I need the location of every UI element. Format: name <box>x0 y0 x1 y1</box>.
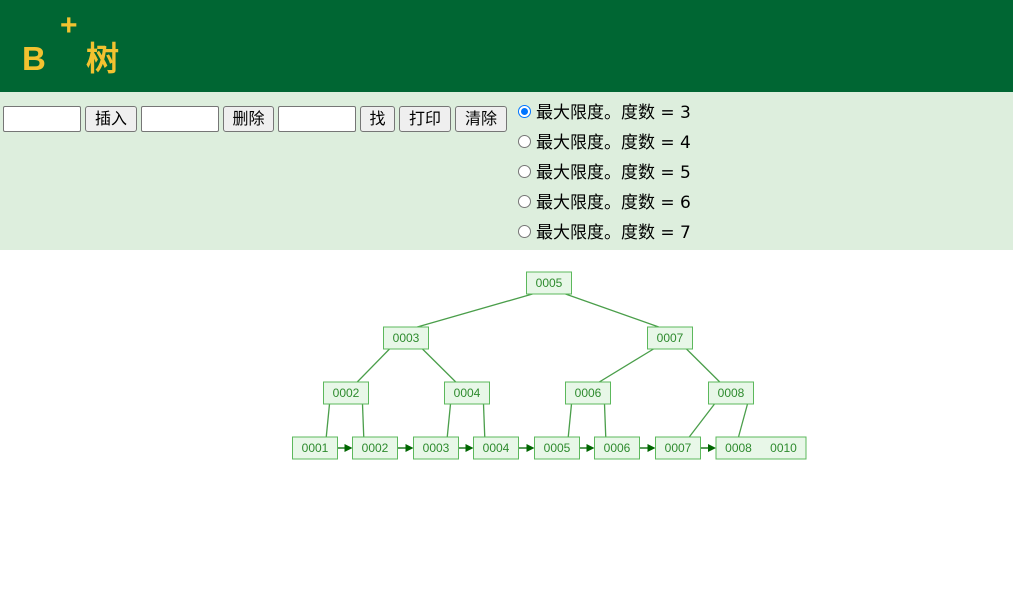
control-panel: 插入 删除 找 打印 清除 最大限度。度数 = 3 最大限度。度数 = 4 最大… <box>0 92 1013 250</box>
tree-edge <box>567 403 573 438</box>
tree-node-key: 0002 <box>362 441 389 455</box>
tree-edge <box>686 348 721 383</box>
tree-node-key: 0005 <box>536 276 563 290</box>
tree-node-key: 0003 <box>423 441 450 455</box>
leaf-link-arrowhead <box>647 444 656 452</box>
tree-node-key: 0005 <box>544 441 571 455</box>
leaf-link-arrowhead <box>344 444 353 452</box>
tree-node-key: 0002 <box>333 386 360 400</box>
tree-edge <box>361 403 365 438</box>
tree-edge <box>422 348 457 383</box>
leaf-link-arrowhead <box>586 444 595 452</box>
tree-node-key: 0007 <box>665 441 692 455</box>
leaf-link-arrowhead <box>405 444 414 452</box>
leaf-link-arrowhead <box>465 444 474 452</box>
bplus-tree-canvas: 0005 0003 0007 0002 0004 0006 0008 0001 0002 0003… <box>292 271 807 460</box>
find-input[interactable] <box>278 106 356 132</box>
degree-option-label: 最大限度。度数 = 7 <box>536 223 691 243</box>
degree-option-label: 最大限度。度数 = 3 <box>536 103 691 123</box>
insert-input[interactable] <box>3 106 81 132</box>
degree-option-label: 最大限度。度数 = 5 <box>536 163 691 183</box>
tree-edge <box>325 403 331 438</box>
tree-node-key: 0007 <box>657 331 684 345</box>
tree-node-key: 0004 <box>454 386 481 400</box>
degree-option-label: 最大限度。度数 = 6 <box>536 193 691 213</box>
radio-button[interactable] <box>518 105 531 118</box>
tree-edge <box>482 403 486 438</box>
leaf-link-arrowhead <box>708 444 716 452</box>
tree-node-key: 0006 <box>575 386 602 400</box>
tree-edge <box>446 403 452 438</box>
tree-edge <box>417 293 533 328</box>
tree-node-key: 0006 <box>604 441 631 455</box>
tree-node-key: 0001 <box>302 441 329 455</box>
delete-input[interactable] <box>141 106 219 132</box>
clear-button[interactable]: 清除 <box>455 106 507 132</box>
tree-edge <box>737 403 749 438</box>
radio-button[interactable] <box>518 135 531 148</box>
radio-button[interactable] <box>518 195 531 208</box>
degree-option-label: 最大限度。度数 = 4 <box>536 133 691 153</box>
tree-node-key: 0008 <box>725 441 752 455</box>
app-header: B + 树 <box>0 0 1013 92</box>
tree-edge <box>356 348 390 383</box>
logo-word: 树 <box>86 39 119 78</box>
delete-button[interactable]: 删除 <box>223 106 274 132</box>
logo-letter: B <box>22 40 46 77</box>
tree-node-key: 0008 <box>718 386 745 400</box>
radio-button[interactable] <box>518 165 531 178</box>
leaf-link-arrowhead <box>526 444 535 452</box>
find-button[interactable]: 找 <box>360 106 395 132</box>
tree-node-key: 0004 <box>483 441 510 455</box>
tree-node-key: 0010 <box>770 441 797 455</box>
radio-button[interactable] <box>518 225 531 238</box>
insert-button[interactable]: 插入 <box>85 106 137 132</box>
logo-plus-sign: + <box>60 9 78 42</box>
tree-edge <box>603 403 607 438</box>
print-button[interactable]: 打印 <box>399 106 451 132</box>
tree-node-key: 0003 <box>393 331 420 345</box>
tree-edge <box>688 403 716 438</box>
tree-edge <box>565 293 659 328</box>
tree-edge <box>598 348 654 383</box>
